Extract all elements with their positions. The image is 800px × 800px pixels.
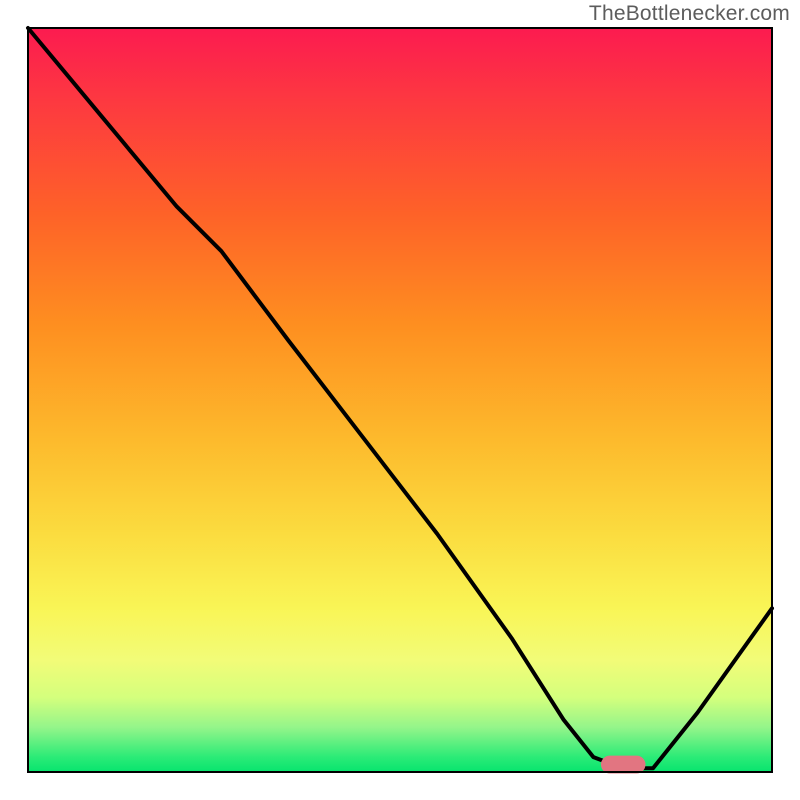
watermark-text: TheBottlenecker.com [589,2,790,26]
axis-right [771,27,773,773]
axis-left [27,27,29,773]
axis-bottom [27,771,773,773]
axis-top [27,27,773,29]
bottleneck-curve [28,28,772,768]
chart-container: TheBottlenecker.com [0,0,800,800]
curve-layer [28,28,772,772]
